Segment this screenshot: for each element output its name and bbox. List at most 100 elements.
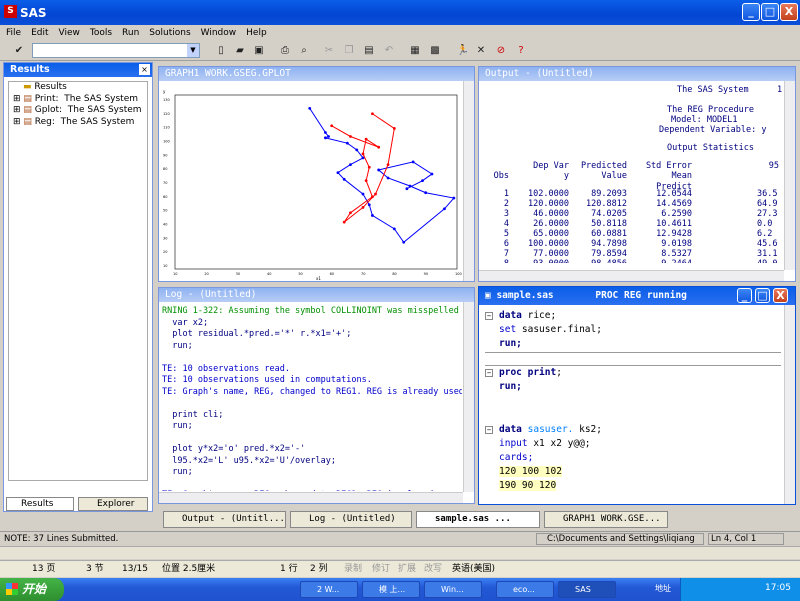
task-graph[interactable]: GRAPH1 WORK.GSE... [544,511,668,528]
menu-file[interactable]: File [6,28,21,38]
open-folder-icon[interactable]: ▰ [233,44,247,58]
libraries-icon[interactable]: ▦ [408,44,422,58]
tab-results[interactable]: Results [6,497,74,511]
code-line: − data sasuser. ks2; [485,423,602,435]
output-cell: 14.4569 [656,199,692,209]
print-preview-icon[interactable]: ⌕ [297,44,311,58]
tree-item-gplot[interactable]: ⊞ ▤ Gplot: The SAS System [9,105,147,117]
code-line [485,351,781,366]
break-icon[interactable]: ⊘ [494,44,508,58]
output-cell: 0.0 [757,219,773,229]
command-box[interactable] [32,43,200,58]
clear-icon[interactable]: ✕ [474,44,488,58]
editor-icon: ▣ [485,290,497,301]
data-point [430,172,434,176]
task-log[interactable]: Log - (Untitled) [290,511,412,528]
tree-root[interactable]: ▬ Results [9,82,147,94]
code-line: 190 90 120 [499,480,557,492]
editor-scrollbar[interactable] [784,305,795,504]
taskbar-item-sas[interactable]: SAS [558,581,616,598]
paste-icon[interactable]: ▤ [362,44,376,58]
maximize-button[interactable]: □ [761,3,779,21]
taskbar-item-2[interactable]: 模 上... [362,581,420,598]
close-button[interactable]: X [780,3,798,21]
log-line: print cli; [162,409,224,420]
tree-item-print[interactable]: ⊞ ▤ Print: The SAS System [9,94,147,106]
menu-tools[interactable]: Tools [90,28,112,38]
tab-explorer[interactable]: Explorer [78,497,148,511]
tree-item-reg[interactable]: ⊞ ▤ Reg: The SAS System [9,117,147,129]
new-file-icon[interactable]: ▯ [214,44,228,58]
output-scrollbar[interactable] [784,81,795,270]
taskbar-item-eco[interactable]: eco... [496,581,554,598]
collapse-icon[interactable]: − [485,312,493,320]
code-line: − proc print; [485,366,562,378]
data-point [361,152,365,156]
taskbar-item-win[interactable]: Win... [424,581,482,598]
word-status-item: 1 行 [280,564,298,574]
data-point [367,203,371,207]
help-icon[interactable]: ? [514,44,528,58]
code-editor[interactable]: − data rice; set sasuser.final; run; − proc p… [485,309,781,504]
results-panel: Results × ▬ Results ⊞ ▤ Print: The SAS S… [3,62,153,512]
editor-maximize-button[interactable]: □ [755,288,770,303]
data-point [342,220,346,224]
output-cell: 12.0544 [656,189,692,199]
data-point [374,192,377,196]
menu-help[interactable]: Help [246,28,267,38]
menu-run[interactable]: Run [122,28,139,38]
log-scrollbar[interactable] [463,302,474,492]
copy-icon[interactable]: ❐ [342,44,356,58]
data-point [411,160,415,164]
task-output[interactable]: Output - (Untitl... [163,511,286,528]
output-hscroll[interactable] [479,270,784,281]
print-icon[interactable]: ⎙ [278,44,292,58]
cut-icon[interactable]: ✂ [322,44,336,58]
data-point [361,192,365,196]
output-title: Output - (Untitled) [479,67,795,81]
plot-frame [174,94,458,270]
explorer-icon[interactable]: ▩ [428,44,442,58]
output-cell: 77.0000 [533,249,569,259]
log-hscroll[interactable] [159,492,463,503]
editor-close-button[interactable]: X [773,288,788,303]
taskbar-item-word[interactable]: 2 W... [300,581,358,598]
minimize-button[interactable]: _ [742,3,760,21]
menu-view[interactable]: View [59,28,80,38]
data-point [371,195,374,199]
save-icon[interactable]: ▣ [252,44,266,58]
menu-window[interactable]: Window [201,28,237,38]
editor-panel: ▣ sample.sas PROC REG running _ □ X − dat… [478,286,796,505]
collapse-icon[interactable]: − [485,368,493,377]
output-cell: 9.0198 [661,239,692,249]
output-col-header: Predicted [580,161,627,171]
output-col-header: Value [601,171,627,181]
data-point [364,137,368,141]
output-cell: 94.7898 [591,239,627,249]
task-editor[interactable]: sample.sas ... [416,511,540,528]
output-cell: 6 [503,239,509,249]
word-status-item: 录制 [344,564,363,574]
menu-edit[interactable]: Edit [31,28,48,38]
check-icon[interactable]: ✔ [12,44,26,58]
collapse-icon[interactable]: − [485,425,493,434]
log-line: var x2; [162,317,209,328]
editor-status: PROC REG running [595,290,687,301]
output-cell: 4 [503,219,509,229]
results-close-icon[interactable]: × [139,64,150,75]
chevron-down-icon[interactable]: ▼ [187,44,199,57]
report-icon: ▤ [23,93,35,104]
output-cell: 36.5 [757,189,778,199]
run-icon[interactable]: 🏃 [456,44,470,58]
graph-title: GRAPH1 WORK.GSEG.GPLOT [159,67,474,81]
output-dep: Dependent Variable: y [659,125,767,135]
data-point [452,196,456,200]
code-line: − data rice; [485,310,557,321]
undo-icon[interactable]: ↶ [382,44,396,58]
plot-area: 130 120 110 100 90 80 70 60 50 40 30 20 10 10 20 30 40 50… [163,89,462,281]
word-status-item: 英语(美国) [452,564,496,574]
editor-minimize-button[interactable]: _ [737,288,752,303]
graph-scrollbar[interactable] [463,81,474,281]
menu-solutions[interactable]: Solutions [149,28,190,38]
